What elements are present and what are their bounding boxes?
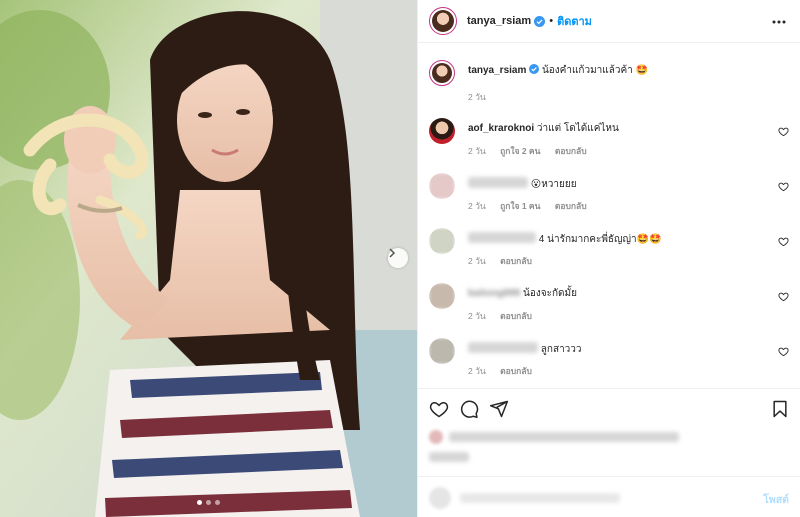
verified-badge-icon <box>529 64 540 74</box>
commenter-avatar[interactable] <box>429 173 455 199</box>
commenter-avatar[interactable] <box>429 118 455 144</box>
carousel-dot-active <box>197 500 202 505</box>
verified-badge-icon <box>534 15 546 27</box>
comment-time[interactable]: 2 วัน <box>468 311 486 321</box>
bookmark-icon[interactable] <box>770 399 790 419</box>
comment-meta: 2 วัน ถูกใจ 2 คน ตอบกลับ <box>468 144 599 158</box>
heart-icon[interactable] <box>778 126 789 137</box>
comment-icon[interactable] <box>459 399 479 419</box>
post-date <box>429 452 469 462</box>
header-separator: • <box>549 15 554 27</box>
comment-item: 😮หวายยย 2 วัน ถูกใจ 1 คน ตอบกลับ <box>429 173 789 223</box>
carousel-next-button[interactable] <box>388 248 408 268</box>
author-avatar[interactable] <box>429 7 457 35</box>
reply-button[interactable]: ตอบกลับ <box>555 201 587 211</box>
comment-item: aof_kraroknoi ว่าแต่ โดได้แค่ไหน 2 วัน ถ… <box>429 118 789 168</box>
comment-text: ลูกสาววว <box>540 344 582 355</box>
comment-meta: 2 วัน ตอบกลับ <box>468 309 544 323</box>
comment-body: aof_kraroknoi ว่าแต่ โดได้แค่ไหน <box>468 122 768 135</box>
commenter-avatar[interactable] <box>429 283 455 309</box>
comment-body: 😮หวายยย <box>468 177 768 191</box>
comment-time[interactable]: 2 วัน <box>468 256 486 266</box>
comment-likes[interactable]: ถูกใจ 1 คน <box>500 201 540 211</box>
blurred-username <box>468 177 528 188</box>
comment-meta: 2 วัน ตอบกลับ <box>468 364 544 378</box>
photo-illustration <box>0 0 417 517</box>
caption-username[interactable]: tanya_rsiam <box>468 65 526 76</box>
carousel-dots <box>0 500 417 505</box>
comment-body: kaitong999 น้องจะกัดมั้ย <box>468 287 768 300</box>
comment-meta: 2 วัน ถูกใจ 1 คน ตอบกลับ <box>468 199 599 213</box>
heart-icon[interactable] <box>778 181 789 192</box>
emoji-icon[interactable] <box>429 487 451 509</box>
heart-icon[interactable] <box>778 236 789 247</box>
likes-summary[interactable] <box>429 430 679 444</box>
caption-body: tanya_rsiam น้องคำแก้วมาแล้วค้า 🤩 <box>468 64 768 77</box>
reply-button[interactable]: ตอบกลับ <box>500 256 532 266</box>
comments-list[interactable]: tanya_rsiam น้องคำแก้วมาแล้วค้า 🤩 2 วัน … <box>418 44 800 388</box>
share-icon[interactable] <box>489 399 509 419</box>
comment-text: 😮หวายยย <box>530 179 577 190</box>
more-options-icon[interactable] <box>771 14 787 30</box>
blurred-username <box>468 232 536 243</box>
post-actions <box>418 388 800 419</box>
caption-text: น้องคำแก้วมาแล้วค้า 🤩 <box>541 65 649 76</box>
post-side-panel: tanya_rsiam • ติดตาม tanya_rsiam น้องคำแ… <box>417 0 800 517</box>
carousel-dot <box>215 500 220 505</box>
comment-input[interactable] <box>460 493 620 503</box>
heart-icon[interactable] <box>429 399 449 419</box>
comment-meta: 2 วัน ตอบกลับ <box>468 254 544 268</box>
reply-button[interactable]: ตอบกลับ <box>500 366 532 376</box>
commenter-avatar[interactable] <box>429 338 455 364</box>
comment-time[interactable]: 2 วัน <box>468 146 486 156</box>
comment-time[interactable]: 2 วัน <box>468 366 486 376</box>
blurred-username <box>468 342 538 353</box>
comment-item: 4 น่ารักมากคะพี่ธัญญ่า🤩🤩 2 วัน ตอบกลับ <box>429 228 789 278</box>
comment-text: ว่าแต่ โดได้แค่ไหน <box>536 123 619 134</box>
post-header: tanya_rsiam • ติดตาม <box>418 0 800 43</box>
comment-text: น้องจะกัดมั้ย <box>523 288 577 299</box>
add-comment-bar: โพสต์ <box>418 476 800 517</box>
heart-icon[interactable] <box>778 291 789 302</box>
comment-body: 4 น่ารักมากคะพี่ธัญญ่า🤩🤩 <box>468 232 768 246</box>
heart-icon[interactable] <box>778 346 789 357</box>
caption: tanya_rsiam น้องคำแก้วมาแล้วค้า 🤩 2 วัน <box>429 60 789 110</box>
comment-username[interactable]: aof_kraroknoi <box>468 123 534 134</box>
follow-button[interactable]: ติดตาม <box>557 12 592 30</box>
comment-item: kaitong999 น้องจะกัดมั้ย 2 วัน ตอบกลับ <box>429 283 789 333</box>
author-username[interactable]: tanya_rsiam <box>467 15 531 27</box>
caption-time[interactable]: 2 วัน <box>468 92 486 102</box>
comment-username[interactable]: kaitong999 <box>468 288 520 299</box>
comment-time[interactable]: 2 วัน <box>468 201 486 211</box>
commenter-avatar[interactable] <box>429 228 455 254</box>
author-avatar[interactable] <box>429 60 455 86</box>
post-comment-button[interactable]: โพสต์ <box>763 491 789 508</box>
reply-button[interactable]: ตอบกลับ <box>500 311 532 321</box>
carousel-dot <box>206 500 211 505</box>
post-photo[interactable] <box>0 0 417 517</box>
caption-meta: 2 วัน <box>468 90 498 104</box>
reply-button[interactable]: ตอบกลับ <box>555 146 587 156</box>
comment-item: ลูกสาววว 2 วัน ตอบกลับ <box>429 338 789 388</box>
comment-body: ลูกสาววว <box>468 342 768 356</box>
chevron-right-icon <box>389 248 396 258</box>
comment-text: 4 น่ารักมากคะพี่ธัญญ่า🤩🤩 <box>538 234 662 245</box>
comment-likes[interactable]: ถูกใจ 2 คน <box>500 146 540 156</box>
